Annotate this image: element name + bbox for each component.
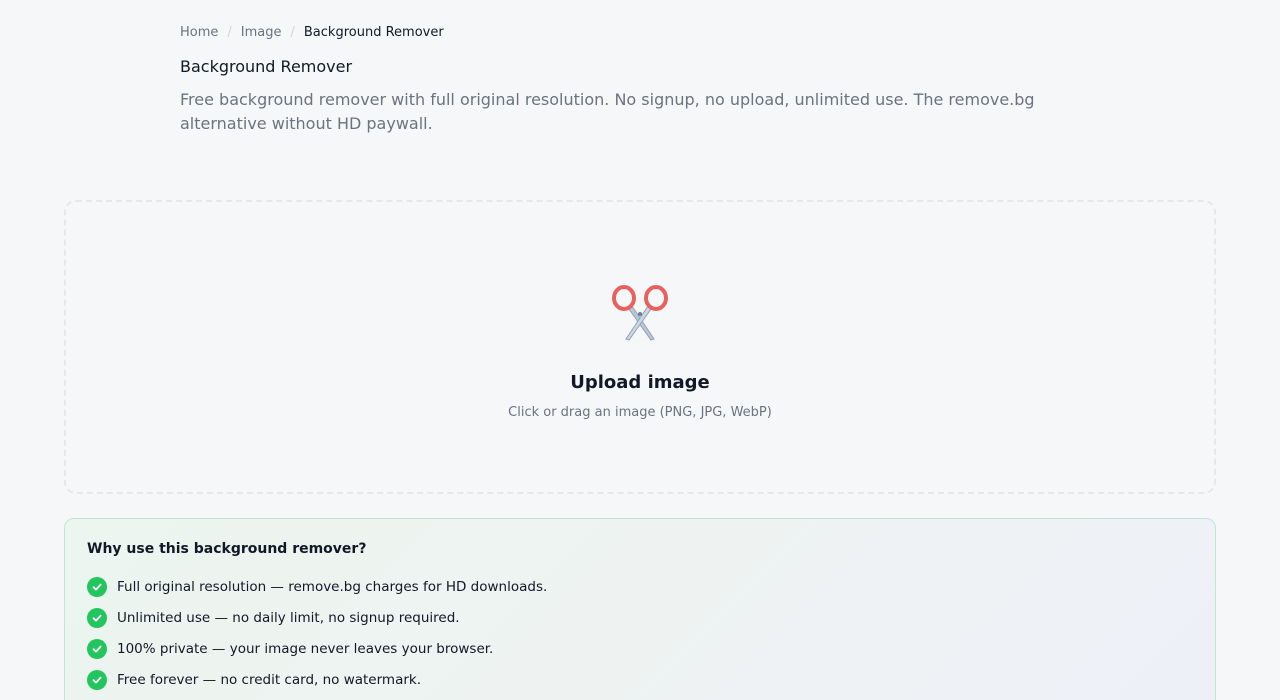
page: Home / Image / Background Remover Backgr… [0,0,1280,700]
page-description: Free background remover with full origin… [180,90,1035,133]
list-item-text: Unlimited use — no daily limit, no signu… [117,609,460,626]
why-list: Full original resolution — remove.bg cha… [87,571,547,695]
list-item: 100% private — your image never leaves y… [87,633,547,664]
list-item-text: Free forever — no credit card, no waterm… [117,671,422,688]
breadcrumb-separator: / [290,25,295,40]
scissors-icon [610,284,670,344]
check-icon [87,669,107,690]
list-item-text: Full original resolution — remove.bg cha… [117,578,548,595]
check-icon [87,607,107,628]
page-title: Background Remover [180,57,353,76]
breadcrumb-image-link[interactable]: Image [241,24,282,42]
list-item: Free forever — no credit card, no waterm… [87,664,547,695]
list-item: Full original resolution — remove.bg cha… [87,571,547,602]
breadcrumb-separator: / [227,25,232,40]
upload-dropzone[interactable]: Upload image Click or drag an image (PNG… [64,200,1216,494]
upload-hint: Click or drag an image (PNG, JPG, WebP) [508,405,772,420]
upload-title: Upload image [570,372,710,393]
breadcrumb: Home / Image / Background Remover [180,24,444,42]
check-icon [87,638,107,659]
why-title: Why use this background remover? [87,541,367,557]
list-item-text: 100% private — your image never leaves y… [117,640,494,657]
breadcrumb-current: Background Remover [303,25,444,40]
check-icon [87,576,107,597]
breadcrumb-home-link[interactable]: Home [180,24,218,42]
list-item: Unlimited use — no daily limit, no signu… [87,602,547,633]
why-card: Why use this background remover? Full or… [64,518,1216,700]
